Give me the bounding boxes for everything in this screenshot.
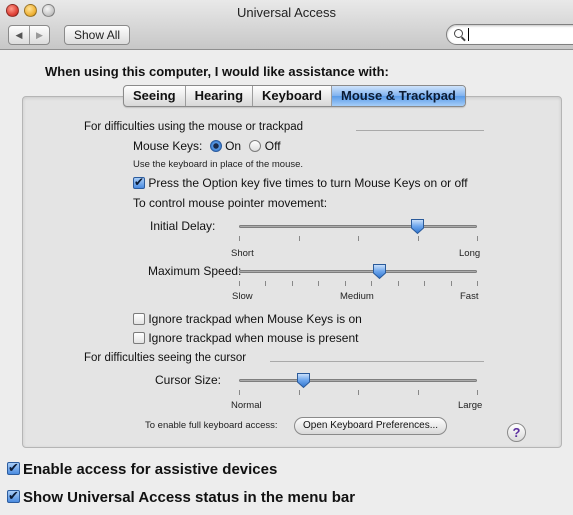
- initial-delay-max-label: Long: [459, 248, 481, 259]
- slider-track: [239, 379, 477, 382]
- cursor-section-heading: For difficulties seeing the cursor: [84, 352, 247, 364]
- ignore-trackpad-mousekeys-row: Ignore trackpad when Mouse Keys is on: [133, 312, 362, 326]
- tab-seeing[interactable]: Seeing: [124, 86, 185, 106]
- ignore-trackpad-mouse-row: Ignore trackpad when mouse is present: [133, 331, 358, 345]
- maximum-speed-label: Maximum Speed:: [148, 264, 242, 278]
- ignore-trackpad-mousekeys-label: Ignore trackpad when Mouse Keys is on: [148, 312, 362, 326]
- slider-tick: [299, 390, 300, 395]
- text-caret: [468, 28, 469, 41]
- maximum-speed-slider[interactable]: [239, 262, 478, 292]
- initial-delay-slider[interactable]: [239, 217, 478, 247]
- tab-keyboard[interactable]: Keyboard: [252, 86, 331, 106]
- mouse-keys-label: Mouse Keys:: [133, 139, 203, 153]
- mouse-section-heading: For difficulties using the mouse or trac…: [84, 121, 304, 133]
- triangle-left-icon: ◀: [15, 29, 23, 40]
- cursor-size-min-label: Normal: [231, 400, 262, 411]
- cursor-size-label: Cursor Size:: [155, 373, 222, 387]
- assistive-devices-label: Enable access for assistive devices: [23, 461, 278, 478]
- slider-tick: [398, 281, 399, 286]
- back-button[interactable]: ◀: [9, 26, 29, 44]
- slider-tick: [292, 281, 293, 286]
- cursor-size-max-label: Large: [458, 400, 483, 411]
- slider-thumb[interactable]: [372, 263, 387, 280]
- help-button[interactable]: ?: [507, 423, 526, 442]
- window-titlebar: Universal Access ◀ ▶ Show All: [0, 0, 573, 50]
- initial-delay-min-label: Short: [231, 248, 254, 259]
- show-all-button[interactable]: Show All: [64, 25, 131, 45]
- slider-thumb[interactable]: [296, 372, 311, 389]
- cursor-size-slider[interactable]: [239, 371, 478, 401]
- slider-tick: [239, 390, 240, 395]
- slider-thumb[interactable]: [410, 218, 425, 235]
- slider-tick: [451, 281, 452, 286]
- assistive-devices-checkbox[interactable]: [7, 460, 20, 476]
- slider-tick: [358, 390, 359, 395]
- slider-track: [239, 225, 477, 228]
- slider-tick: [418, 390, 419, 395]
- mouse-keys-on-radio[interactable]: [209, 140, 222, 152]
- tab-hearing[interactable]: Hearing: [184, 86, 252, 106]
- tab-bar: Seeing Hearing Keyboard Mouse & Trackpad: [123, 85, 466, 107]
- slider-tick: [477, 390, 478, 395]
- option-key-row: Press the Option key five times to turn …: [133, 175, 468, 190]
- slider-tick: [418, 236, 419, 241]
- ignore-trackpad-mouse-checkbox[interactable]: [133, 332, 145, 344]
- initial-delay-label: Initial Delay:: [150, 219, 216, 233]
- slider-tick: [299, 236, 300, 241]
- maximum-speed-mid-label: Medium: [340, 291, 374, 302]
- slider-tick: [477, 281, 478, 286]
- maximum-speed-max-label: Fast: [460, 291, 479, 302]
- slider-tick: [424, 281, 425, 286]
- menu-bar-status-checkbox[interactable]: [7, 488, 20, 504]
- mouse-keys-off-radio[interactable]: [249, 140, 262, 152]
- maximum-speed-min-label: Slow: [232, 291, 253, 302]
- slider-tick: [358, 236, 359, 241]
- slider-tick: [318, 281, 319, 286]
- mouse-keys-description: Use the keyboard in place of the mouse.: [133, 159, 304, 170]
- slider-tick: [265, 281, 266, 286]
- keyboard-access-text: To enable full keyboard access:: [145, 420, 278, 431]
- back-forward-control: ◀ ▶: [8, 25, 50, 45]
- option-key-label: Press the Option key five times to turn …: [148, 176, 468, 190]
- mouse-keys-on-label: On: [225, 139, 242, 153]
- ignore-trackpad-mouse-label: Ignore trackpad when mouse is present: [148, 331, 359, 345]
- option-key-checkbox[interactable]: [133, 175, 145, 189]
- pointer-movement-heading: To control mouse pointer movement:: [133, 196, 328, 210]
- search-field[interactable]: [446, 24, 573, 45]
- section-divider: [270, 361, 484, 362]
- triangle-right-icon: ▶: [36, 29, 43, 40]
- magnifier-icon: [454, 29, 463, 38]
- menu-bar-status-label: Show Universal Access status in the menu…: [23, 489, 356, 506]
- section-divider: [356, 130, 484, 131]
- slider-tick: [239, 281, 240, 286]
- forward-button[interactable]: ▶: [29, 26, 49, 44]
- intro-text: When using this computer, I would like a…: [45, 64, 389, 79]
- open-keyboard-preferences-button[interactable]: Open Keyboard Preferences...: [294, 417, 448, 435]
- window-title: Universal Access: [237, 5, 336, 20]
- slider-tick: [345, 281, 346, 286]
- ignore-trackpad-mousekeys-checkbox[interactable]: [133, 313, 145, 325]
- menu-bar-status-row: Show Universal Access status in the menu…: [7, 488, 356, 506]
- slider-tick: [239, 236, 240, 241]
- slider-track: [239, 270, 477, 273]
- slider-tick: [371, 281, 372, 286]
- assistive-devices-row: Enable access for assistive devices: [7, 460, 278, 478]
- tab-mouse-trackpad[interactable]: Mouse & Trackpad: [331, 86, 465, 106]
- slider-tick: [477, 236, 478, 241]
- mouse-keys-row: Mouse Keys: On Off: [133, 139, 281, 153]
- mouse-keys-off-label: Off: [264, 139, 281, 153]
